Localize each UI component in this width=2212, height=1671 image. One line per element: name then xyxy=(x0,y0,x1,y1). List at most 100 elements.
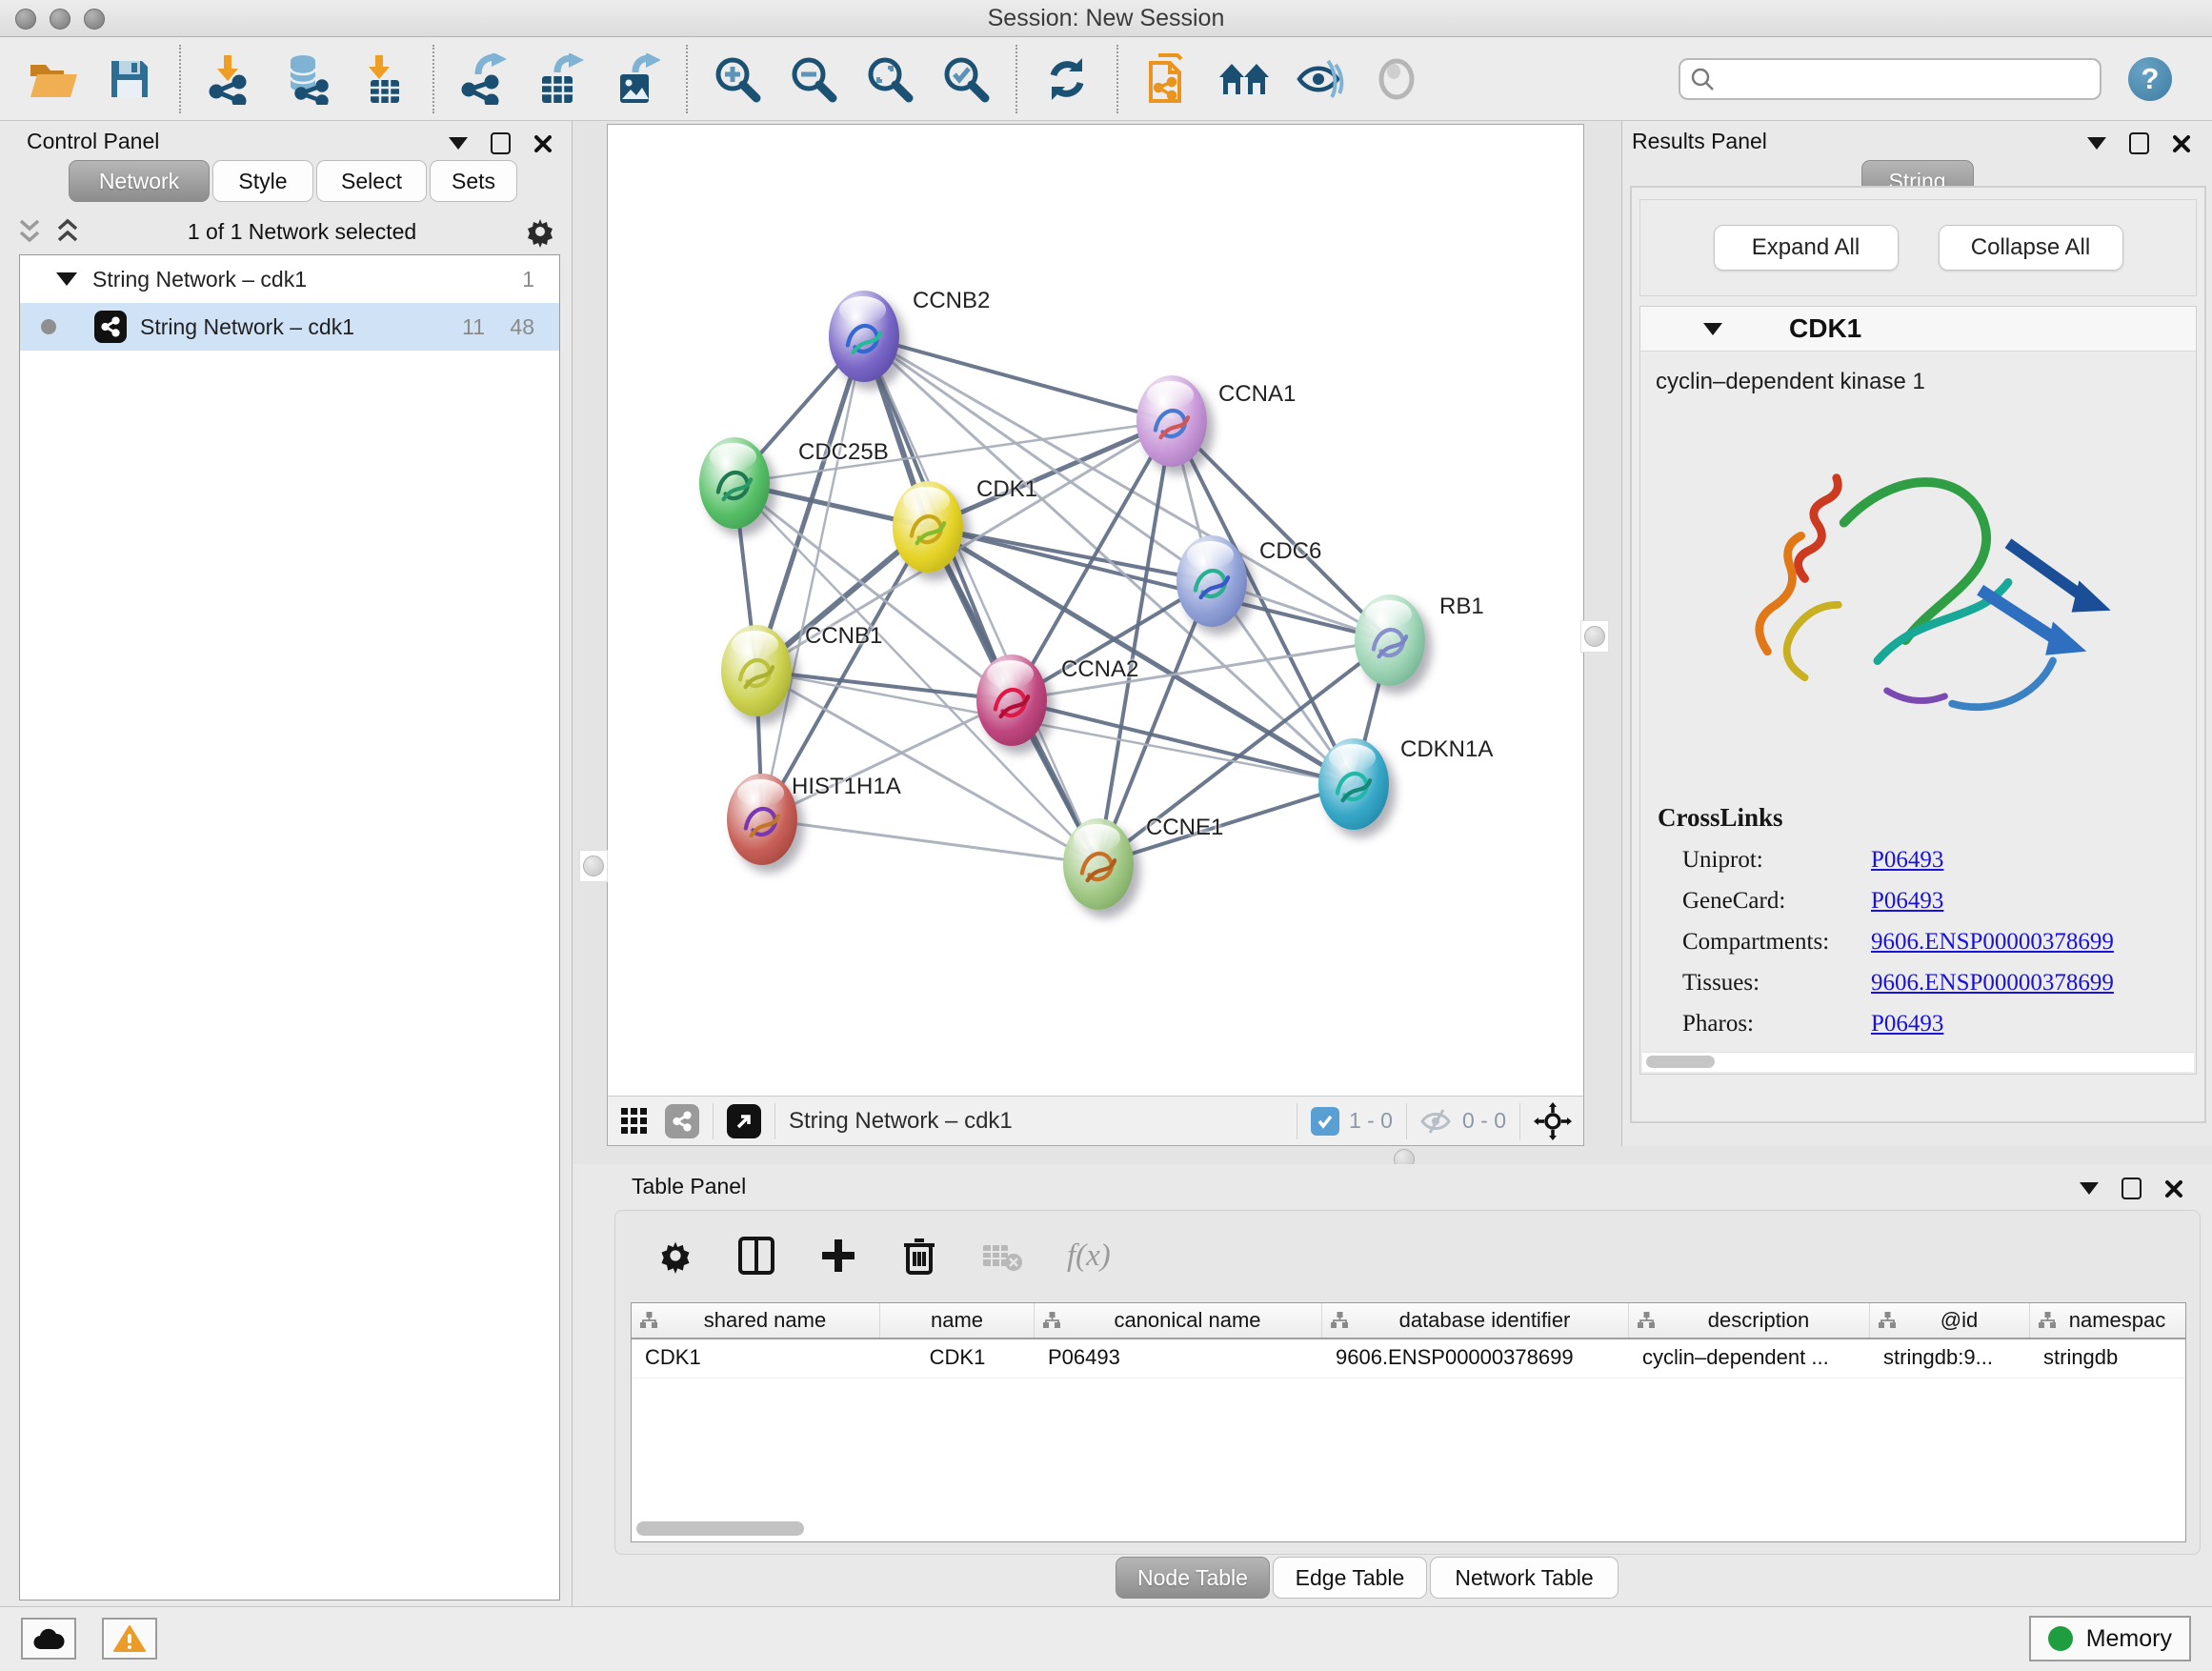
memory-button[interactable]: Memory xyxy=(2029,1616,2191,1661)
close-panel-icon[interactable] xyxy=(2164,1179,2183,1198)
show-columns-icon[interactable] xyxy=(737,1236,775,1276)
panel-menu-icon[interactable] xyxy=(449,137,468,150)
show-graphics-details-button[interactable] xyxy=(1358,44,1435,114)
export-image-button[interactable] xyxy=(598,44,674,114)
export-table-button[interactable] xyxy=(522,44,598,114)
import-network-icon xyxy=(207,53,254,105)
network-node-cdc25b[interactable] xyxy=(699,437,770,529)
column-header-shared-name[interactable]: shared name xyxy=(632,1303,880,1338)
table-options-gear-icon[interactable] xyxy=(657,1238,694,1274)
help-button[interactable]: ? xyxy=(2128,57,2172,101)
crosslink-tissues-link[interactable]: 9606.ENSP00000378699 xyxy=(1871,970,2114,997)
network-node-ccnb2[interactable] xyxy=(829,291,899,382)
zoom-in-button[interactable] xyxy=(699,44,775,114)
tree-expander-icon[interactable] xyxy=(56,272,77,286)
close-panel-icon[interactable] xyxy=(2172,134,2191,153)
annotation-button[interactable] xyxy=(1130,44,1206,114)
float-panel-icon[interactable] xyxy=(2122,1178,2142,1199)
zoom-fit-button[interactable] xyxy=(852,44,928,114)
export-network-button[interactable] xyxy=(446,44,522,114)
tab-node-table[interactable]: Node Table xyxy=(1116,1557,1270,1599)
fit-selection-crosshair-icon[interactable] xyxy=(1534,1102,1572,1140)
table-horizontal-scrollbar[interactable] xyxy=(633,1519,2183,1540)
close-panel-icon[interactable] xyxy=(533,134,553,153)
results-panel-title: Results Panel xyxy=(1632,129,1767,154)
column-header-id[interactable]: @id xyxy=(1870,1303,2030,1338)
network-node-ccne1[interactable] xyxy=(1063,818,1134,910)
column-header-canonical-name[interactable]: canonical name xyxy=(1035,1303,1322,1338)
zoom-selected-button[interactable] xyxy=(928,44,1004,114)
column-header-name[interactable]: name xyxy=(880,1303,1035,1338)
open-session-button[interactable] xyxy=(15,44,91,114)
tab-network[interactable]: Network xyxy=(69,160,210,202)
column-header-namespace[interactable]: namespac xyxy=(2030,1303,2185,1338)
network-options-gear-icon[interactable] xyxy=(524,215,556,248)
network-canvas[interactable]: CCNB2CCNA1CDC25BCDK1CDC6RB1CCNB1CCNA2CDK… xyxy=(607,124,1584,1146)
add-column-icon[interactable] xyxy=(819,1237,857,1275)
right-splitter-handle[interactable] xyxy=(1580,620,1609,653)
import-network-database-button[interactable] xyxy=(269,44,345,114)
warnings-button[interactable] xyxy=(102,1618,157,1660)
zoom-out-button[interactable] xyxy=(775,44,852,114)
table-row[interactable]: CDK1 CDK1 P06493 9606.ENSP00000378699 cy… xyxy=(632,1339,2185,1379)
float-panel-icon[interactable] xyxy=(491,132,511,154)
delete-table-icon[interactable] xyxy=(981,1239,1023,1272)
save-session-button[interactable] xyxy=(91,44,168,114)
network-row-selected[interactable]: String Network – cdk1 11 48 xyxy=(20,303,559,351)
cell-database-identifier: 9606.ENSP00000378699 xyxy=(1322,1339,1629,1378)
search-input[interactable] xyxy=(1722,65,2090,93)
network-node-rb1[interactable] xyxy=(1355,594,1425,686)
column-header-description[interactable]: description xyxy=(1629,1303,1870,1338)
open-in-string-icon[interactable] xyxy=(727,1104,761,1138)
panel-menu-icon[interactable] xyxy=(2080,1182,2099,1195)
crosslink-uniprot-link[interactable]: P06493 xyxy=(1871,847,1943,874)
function-builder-button[interactable]: f(x) xyxy=(1067,1238,1111,1274)
export-image-icon xyxy=(613,53,660,105)
crosslink-pharos-link[interactable]: P06493 xyxy=(1871,1011,1943,1037)
birds-eye-view-icon[interactable] xyxy=(619,1106,650,1137)
node-label-ccnb2: CCNB2 xyxy=(913,288,990,314)
left-splitter-handle[interactable] xyxy=(579,850,608,882)
tab-edge-table[interactable]: Edge Table xyxy=(1273,1557,1427,1599)
network-node-ccnb1[interactable] xyxy=(721,625,792,716)
expand-all-button[interactable]: Expand All xyxy=(1714,225,1899,271)
crosslink-compartments-link[interactable]: 9606.ENSP00000378699 xyxy=(1871,929,2114,956)
cloud-status-button[interactable] xyxy=(21,1618,76,1660)
delete-column-icon[interactable] xyxy=(901,1236,937,1276)
annotation-file-icon xyxy=(1145,53,1191,105)
network-overview-button[interactable] xyxy=(1206,44,1282,114)
selected-items-checkbox-icon[interactable] xyxy=(1311,1107,1339,1136)
gene-section-header[interactable]: CDK1 xyxy=(1640,307,2196,352)
tab-select[interactable]: Select xyxy=(316,160,427,202)
network-node-cdkn1a[interactable] xyxy=(1318,738,1389,830)
tab-style[interactable]: Style xyxy=(212,160,313,202)
control-panel-title: Control Panel xyxy=(27,129,159,154)
refresh-button[interactable] xyxy=(1029,44,1105,114)
column-tree-icon xyxy=(1330,1311,1349,1330)
network-node-ccna1[interactable] xyxy=(1136,375,1207,467)
save-floppy-icon xyxy=(108,57,151,101)
float-panel-icon[interactable] xyxy=(2129,132,2149,154)
results-horizontal-scrollbar[interactable] xyxy=(1642,1052,2194,1072)
hide-selected-button[interactable] xyxy=(1282,44,1358,114)
gene-description: cyclin–dependent kinase 1 xyxy=(1640,352,2196,399)
node-label-ccne1: CCNE1 xyxy=(1146,815,1223,841)
network-collection-row[interactable]: String Network – cdk1 1 xyxy=(20,255,559,303)
import-table-file-button[interactable] xyxy=(345,44,421,114)
tab-network-table[interactable]: Network Table xyxy=(1430,1557,1619,1599)
network-node-ccna2[interactable] xyxy=(976,654,1047,746)
import-network-file-button[interactable] xyxy=(192,44,269,114)
table-header-row: shared name name canonical name database… xyxy=(632,1303,2185,1339)
expand-all-networks-icon[interactable] xyxy=(55,217,80,246)
collapse-all-button[interactable]: Collapse All xyxy=(1939,225,2123,271)
network-node-hist1h1a[interactable] xyxy=(727,774,797,865)
panel-menu-icon[interactable] xyxy=(2087,137,2106,150)
hidden-items-eye-icon[interactable] xyxy=(1420,1108,1453,1135)
column-header-database-identifier[interactable]: database identifier xyxy=(1322,1303,1629,1338)
crosslink-genecard-link[interactable]: P06493 xyxy=(1871,888,1943,915)
tab-sets[interactable]: Sets xyxy=(430,160,517,202)
section-expander-icon[interactable] xyxy=(1703,323,1722,335)
collapse-all-networks-icon[interactable] xyxy=(17,217,42,246)
network-node-cdk1[interactable] xyxy=(893,481,963,573)
network-node-cdc6[interactable] xyxy=(1176,535,1247,627)
